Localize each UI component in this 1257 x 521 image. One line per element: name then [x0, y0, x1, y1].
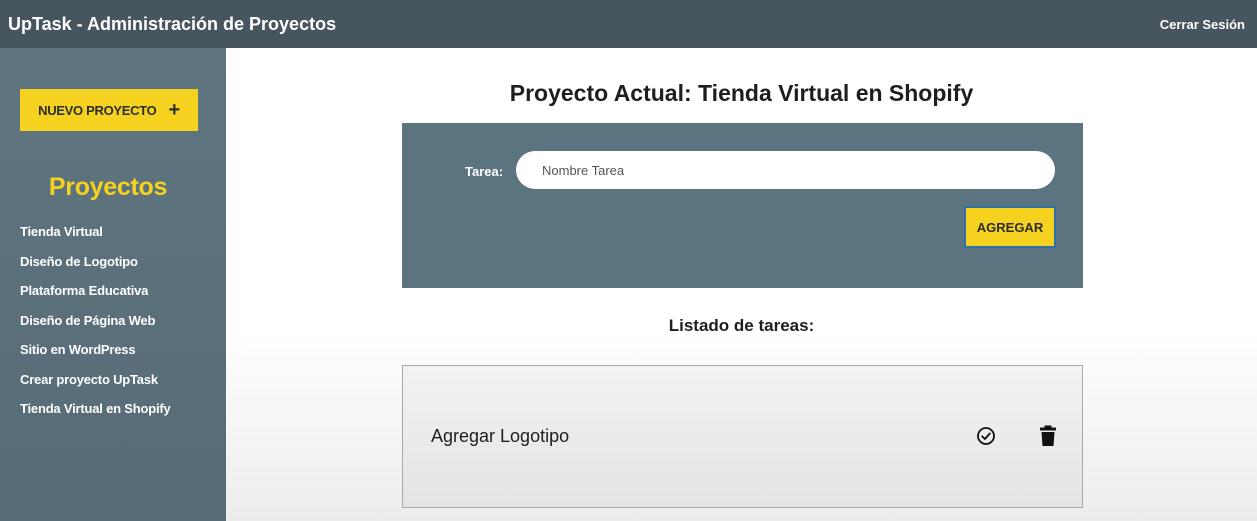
sidebar-item-sitio-wordpress[interactable]: Sitio en WordPress [20, 340, 171, 370]
logout-link[interactable]: Cerrar Sesión [1160, 17, 1245, 32]
plus-icon: + [168, 99, 180, 121]
top-bar: UpTask - Administración de Proyectos Cer… [0, 0, 1257, 48]
sidebar-item-plataforma-educativa[interactable]: Plataforma Educativa [20, 281, 171, 311]
app-title: UpTask - Administración de Proyectos [8, 13, 337, 34]
projects-heading: Proyectos [48, 173, 168, 201]
check-circle-icon[interactable] [976, 426, 996, 446]
task-form: Tarea: AGREGAR [402, 123, 1083, 288]
task-label: Tarea: [465, 164, 504, 179]
sidebar-item-tienda-virtual[interactable]: Tienda Virtual [20, 222, 171, 252]
sidebar-item-crear-proyecto-uptask[interactable]: Crear proyecto UpTask [20, 370, 171, 400]
new-project-label: NUEVO PROYECTO [38, 102, 157, 118]
add-task-button[interactable]: AGREGAR [964, 206, 1056, 248]
new-project-button[interactable]: NUEVO PROYECTO + [20, 89, 198, 131]
task-name: Agregar Logotipo [431, 426, 570, 446]
task-name-input[interactable] [516, 151, 1055, 189]
task-list-heading: Listado de tareas: [668, 316, 815, 335]
page-title: Proyecto Actual: Tienda Virtual en Shopi… [226, 80, 1257, 107]
sidebar-item-tienda-virtual-shopify[interactable]: Tienda Virtual en Shopify [20, 399, 171, 429]
sidebar: NUEVO PROYECTO + Proyectos Tienda Virtua… [0, 48, 226, 521]
sidebar-item-diseno-logotipo[interactable]: Diseño de Logotipo [20, 252, 171, 282]
trash-icon[interactable] [1039, 425, 1057, 447]
page-title-value: Tienda Virtual en Shopify [698, 80, 974, 106]
sidebar-item-diseno-pagina-web[interactable]: Diseño de Página Web [20, 311, 171, 341]
task-item: Agregar Logotipo [402, 365, 1083, 508]
page-title-label: Proyecto Actual: [509, 80, 692, 106]
main-content: Proyecto Actual: Tienda Virtual en Shopi… [226, 48, 1257, 521]
project-list: Tienda Virtual Diseño de Logotipo Plataf… [20, 222, 171, 429]
